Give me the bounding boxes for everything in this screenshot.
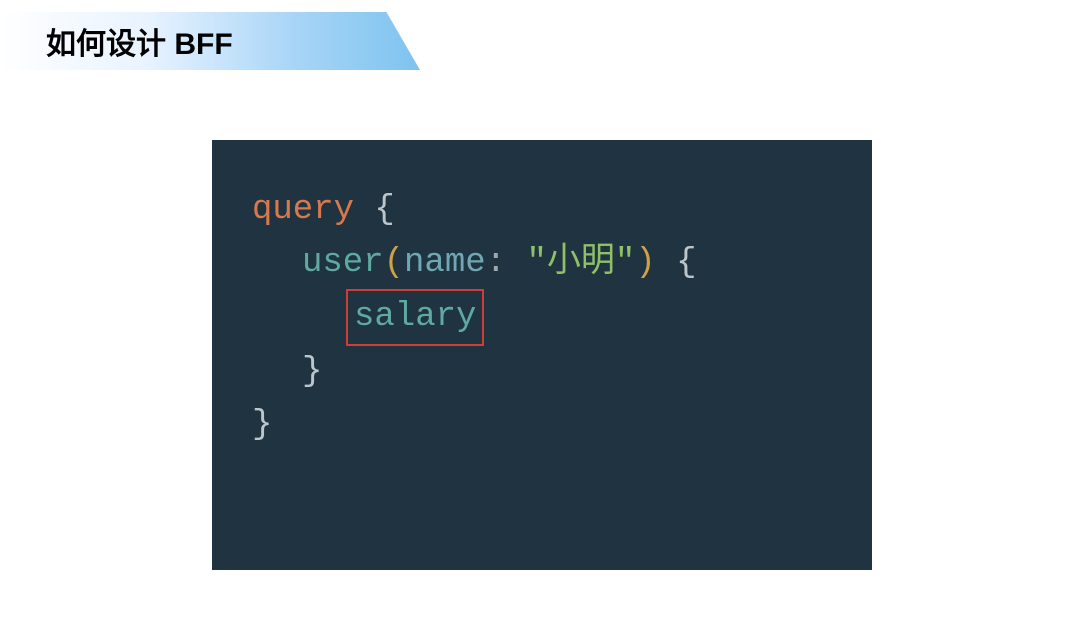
code-token-paren: ) bbox=[635, 244, 655, 282]
slide-title-banner: 如何设计 BFF bbox=[0, 12, 420, 70]
code-token-paren: ( bbox=[384, 244, 404, 282]
code-token-brace: } bbox=[252, 406, 272, 444]
code-token-brace: } bbox=[302, 353, 322, 391]
code-token-argname: name bbox=[404, 244, 486, 282]
code-block-container: query { user(name: "小明") { salary } } bbox=[212, 140, 872, 570]
graphql-code: query { user(name: "小明") { salary } } bbox=[252, 184, 832, 451]
code-token-colon: : bbox=[486, 244, 527, 282]
code-token-string: "小明" bbox=[526, 244, 635, 282]
slide-title: 如何设计 BFF bbox=[46, 19, 233, 63]
highlighted-field-salary: salary bbox=[346, 289, 484, 346]
code-token-keyword: query bbox=[252, 191, 354, 229]
code-token-brace: { bbox=[354, 191, 395, 229]
code-token-field: user bbox=[302, 244, 384, 282]
code-token-brace: { bbox=[656, 244, 697, 282]
